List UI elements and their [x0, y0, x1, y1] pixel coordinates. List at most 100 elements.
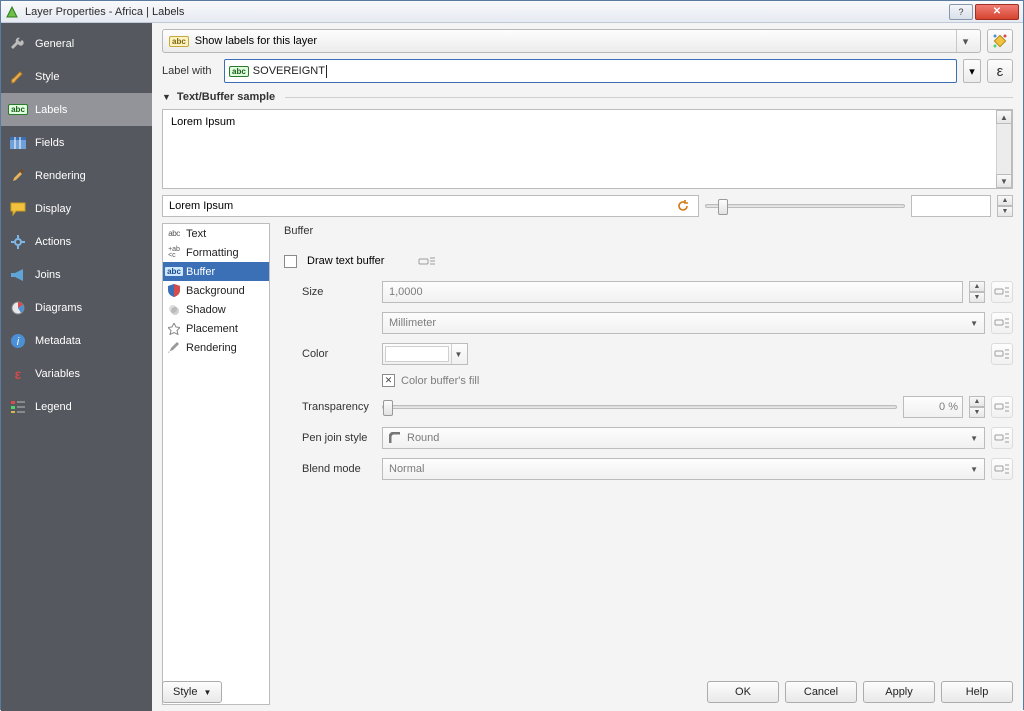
sidebar-item-legend[interactable]: Legend [1, 390, 152, 423]
sidebar-item-label: Labels [35, 104, 67, 116]
buffer-panel: Buffer Draw text buffer Size 1,0000 ▲▼ M… [276, 223, 1013, 705]
data-defined-override-button[interactable] [416, 250, 438, 272]
abc-icon: abc [9, 101, 27, 119]
scroll-down-button[interactable]: ▼ [996, 174, 1012, 188]
sidebar-item-label: Display [35, 203, 71, 215]
window-help-button[interactable]: ? [949, 4, 973, 20]
data-defined-override-button[interactable] [991, 281, 1013, 303]
sidebar-item-label: General [35, 38, 74, 50]
data-defined-override-button[interactable] [991, 312, 1013, 334]
color-buffer-fill-checkbox[interactable] [382, 374, 395, 387]
text-icon: abc [167, 227, 181, 241]
subnav-background[interactable]: Background [163, 281, 269, 300]
slider-thumb[interactable] [718, 199, 728, 215]
pen-icon [167, 341, 181, 355]
sidebar-item-actions[interactable]: Actions [1, 225, 152, 258]
sidebar-item-rendering[interactable]: Rendering [1, 159, 152, 192]
apply-button[interactable]: Apply [863, 681, 935, 703]
sidebar-item-variables[interactable]: ε Variables [1, 357, 152, 390]
data-defined-override-button[interactable] [991, 458, 1013, 480]
sidebar-item-fields[interactable]: Fields [1, 126, 152, 159]
sidebar-item-metadata[interactable]: i Metadata [1, 324, 152, 357]
formatting-icon: +ab<c [167, 246, 181, 260]
sample-preview-text: Lorem Ipsum [171, 116, 235, 128]
transparency-slider[interactable] [382, 405, 897, 409]
buffer-title: Buffer [284, 225, 1013, 237]
buffer-icon: abc [167, 265, 181, 279]
style-button[interactable]: Style▼ [162, 681, 222, 703]
sidebar-item-label: Variables [35, 368, 80, 380]
size-unit-select[interactable]: Millimeter▼ [382, 312, 985, 334]
megaphone-icon [9, 266, 27, 284]
speech-bubble-icon [9, 200, 27, 218]
abc-yellow-icon: abc [169, 36, 189, 47]
window-close-button[interactable]: ✕ [975, 4, 1019, 20]
subnav-buffer[interactable]: abcBuffer [163, 262, 269, 281]
sample-preview: Lorem Ipsum ▲ ▼ [162, 109, 1013, 189]
label-with-field[interactable]: abc SOVEREIGNT [224, 59, 957, 83]
cancel-button[interactable]: Cancel [785, 681, 857, 703]
triangle-down-icon: ▼ [162, 92, 171, 102]
blend-select[interactable]: Normal▼ [382, 458, 985, 480]
size-input[interactable]: 1,0000 [382, 281, 963, 303]
show-labels-dropdown[interactable]: abc Show labels for this layer ▾ [162, 29, 981, 53]
sidebar-item-joins[interactable]: Joins [1, 258, 152, 291]
subnav-formatting[interactable]: +ab<cFormatting [163, 243, 269, 262]
preview-background-swatch[interactable] [911, 195, 991, 217]
sidebar-item-label: Diagrams [35, 302, 82, 314]
titlebar: Layer Properties - Africa | Labels ? ✕ [1, 1, 1023, 23]
info-icon: i [9, 332, 27, 350]
data-defined-override-button[interactable] [991, 427, 1013, 449]
transparency-spinner[interactable]: ▲▼ [969, 396, 985, 418]
sample-text-input[interactable]: Lorem Ipsum [162, 195, 699, 217]
draw-buffer-checkbox[interactable] [284, 255, 297, 268]
epsilon-icon: ε [997, 63, 1004, 80]
sidebar-item-label: Rendering [35, 170, 86, 182]
placement-icon [167, 322, 181, 336]
penjoin-select[interactable]: Round ▼ [382, 427, 985, 449]
sidebar-item-diagrams[interactable]: Diagrams [1, 291, 152, 324]
color-buffer-fill-label: Color buffer's fill [401, 375, 479, 387]
table-icon [9, 134, 27, 152]
subnav-rendering[interactable]: Rendering [163, 338, 269, 357]
diamond-icon [991, 32, 1009, 50]
buffer-color-button[interactable]: ▼ [382, 343, 468, 365]
automated-labeling-button[interactable] [987, 29, 1013, 53]
data-defined-override-button[interactable] [991, 396, 1013, 418]
label-with-dropdown-button[interactable]: ▾ [963, 59, 981, 83]
wrench-icon [9, 35, 27, 53]
size-spinner[interactable]: ▲▼ [969, 281, 985, 303]
penjoin-label: Pen join style [284, 432, 376, 444]
sidebar-item-labels[interactable]: abc Labels [1, 93, 152, 126]
sidebar-item-style[interactable]: Style [1, 60, 152, 93]
sidebar-item-general[interactable]: General [1, 27, 152, 60]
scrollbar-thumb[interactable] [996, 124, 1012, 174]
sidebar-item-label: Joins [35, 269, 61, 281]
text-buffer-sample-header[interactable]: ▼ Text/Buffer sample [162, 91, 1013, 103]
app-icon [5, 5, 19, 19]
ok-button[interactable]: OK [707, 681, 779, 703]
help-button[interactable]: Help [941, 681, 1013, 703]
data-defined-override-button[interactable] [991, 343, 1013, 365]
gear-icon [9, 233, 27, 251]
transparency-value[interactable]: 0 % [903, 396, 963, 418]
subnav-shadow[interactable]: Shadow [163, 300, 269, 319]
shadow-icon [167, 303, 181, 317]
color-label: Color [284, 348, 376, 360]
sidebar: General Style abc Labels Fields Renderin… [1, 23, 152, 711]
subnav-text[interactable]: abcText [163, 224, 269, 243]
content-area: abc Show labels for this layer ▾ Label w… [152, 23, 1023, 711]
subnav-placement[interactable]: Placement [163, 319, 269, 338]
sidebar-item-display[interactable]: Display [1, 192, 152, 225]
scroll-up-button[interactable]: ▲ [996, 110, 1012, 124]
slider-thumb[interactable] [383, 400, 393, 416]
sidebar-item-label: Actions [35, 236, 71, 248]
blend-label: Blend mode [284, 463, 376, 475]
preview-spinner[interactable]: ▲▼ [997, 195, 1013, 217]
sidebar-item-label: Legend [35, 401, 72, 413]
legend-icon [9, 398, 27, 416]
preview-size-slider[interactable] [705, 204, 905, 208]
expression-button[interactable]: ε [987, 59, 1013, 83]
sidebar-item-label: Style [35, 71, 59, 83]
reset-sample-icon[interactable] [674, 197, 692, 215]
